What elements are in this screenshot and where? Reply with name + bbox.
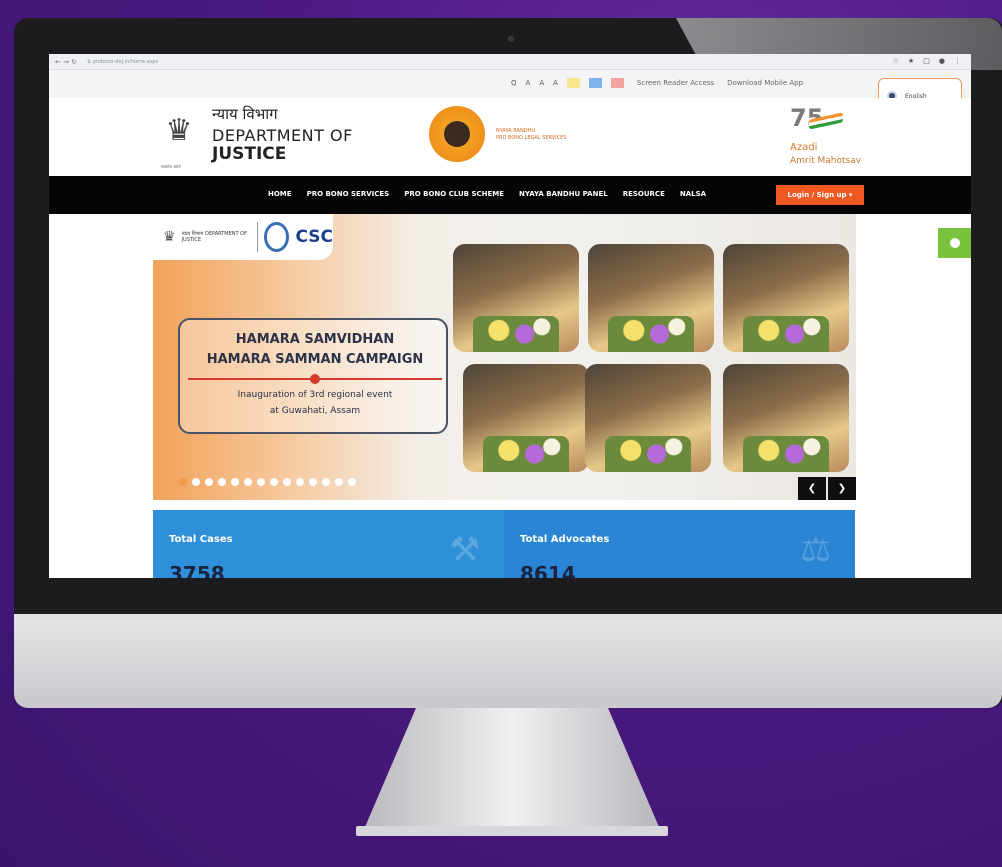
theme-blue-swatch[interactable]	[588, 78, 602, 88]
event-photo	[723, 364, 849, 472]
font-increase-button[interactable]: A	[526, 79, 531, 87]
monitor-stand-base	[356, 826, 668, 836]
campaign-caption: HAMARA SAMVIDHAN HAMARA SAMMAN CAMPAIGN …	[178, 318, 448, 434]
hindi-title: न्याय विभाग	[212, 105, 278, 123]
carousel-dots	[179, 478, 356, 486]
carousel-dot[interactable]	[348, 478, 356, 486]
nav-home[interactable]: HOME	[268, 190, 292, 198]
hands-icon	[444, 121, 470, 147]
monitor-chin	[14, 614, 1002, 708]
nyaya-line2: PRO BONO LEGAL SERVICES	[496, 135, 567, 141]
emblem-caption: सत्यमेव जयते	[161, 164, 181, 169]
monitor-stand	[362, 708, 662, 834]
search-icon[interactable]: Q	[511, 79, 517, 87]
stats-section: Total Cases 3758 ⚒ Total Advocates 8614 …	[153, 510, 856, 578]
browser-url[interactable]: ⇅ probono-doj.in/home.aspx	[87, 59, 158, 65]
browser-nav-buttons[interactable]: ← → ↻	[55, 58, 77, 66]
font-normal-button[interactable]: A	[539, 79, 544, 87]
monitor-bezel-bottom	[14, 578, 1002, 614]
star-icon[interactable]: ★	[908, 57, 914, 65]
menu-icon[interactable]: ⋮	[954, 57, 961, 65]
nav-pro-bono-services[interactable]: PRO BONO SERVICES	[307, 190, 390, 198]
browser-icons: ☆ ★ □ ● ⋮	[893, 57, 961, 65]
login-signup-button[interactable]: Login / Sign up ▾	[776, 185, 864, 205]
tab-icon[interactable]: □	[923, 57, 930, 65]
event-photo	[588, 244, 714, 352]
total-cases-card: Total Cases 3758 ⚒	[153, 510, 504, 578]
download-app-link[interactable]: Download Mobile App	[727, 79, 803, 87]
nav-nalsa[interactable]: NALSA	[680, 190, 706, 198]
theme-red-swatch[interactable]	[610, 78, 624, 88]
carousel-prev-button[interactable]: ❮	[798, 477, 826, 500]
site-header: ♛ सत्यमेव जयते न्याय विभाग DEPARTMENT OF…	[49, 98, 971, 176]
side-tab-icon	[949, 238, 960, 248]
nyaya-bandhu-logo[interactable]	[429, 106, 485, 162]
event-photo	[585, 364, 711, 472]
azadi-line1: Azadi	[790, 142, 818, 153]
national-emblem-icon: ♛	[165, 112, 193, 148]
campaign-title-line1: HAMARA SAMVIDHAN	[235, 332, 395, 347]
carousel-dot[interactable]	[179, 478, 187, 486]
carousel-dot[interactable]	[322, 478, 330, 486]
main-nav: HOME PRO BONO SERVICES PRO BONO CLUB SCH…	[49, 176, 971, 214]
campaign-subtitle-line1: Inauguration of 3rd regional event	[237, 390, 393, 400]
event-photo	[453, 244, 579, 352]
scales-icon: ⚖	[800, 530, 831, 570]
hero-carousel: ♛ न्याय विभाग DEPARTMENT OF JUSTICE CSC …	[153, 214, 856, 500]
carousel-dot[interactable]	[205, 478, 213, 486]
carousel-dot[interactable]	[257, 478, 265, 486]
nyaya-line1: NYAYA BANDHU	[496, 128, 535, 134]
banner-logos: ♛ न्याय विभाग DEPARTMENT OF JUSTICE CSC	[153, 214, 333, 260]
csc-emblem-icon	[264, 222, 290, 252]
utility-bar: Q A A A Screen Reader Access Download Mo…	[49, 70, 971, 98]
event-photo	[723, 244, 849, 352]
campaign-subtitle-line2: at Guwahati, Assam	[269, 406, 361, 416]
justice-title: JUSTICE	[212, 144, 287, 164]
carousel-dot[interactable]	[296, 478, 304, 486]
carousel-dot[interactable]	[283, 478, 291, 486]
event-photo	[463, 364, 589, 472]
total-advocates-card: Total Advocates 8614 ⚖	[504, 510, 855, 578]
banner-dept-text: न्याय विभाग DEPARTMENT OF JUSTICE	[181, 231, 247, 243]
carousel-dot[interactable]	[192, 478, 200, 486]
carousel-next-button[interactable]: ❯	[828, 477, 856, 500]
gavel-icon: ⚒	[449, 530, 480, 570]
carousel-dot[interactable]	[244, 478, 252, 486]
bookmark-icon[interactable]: ☆	[893, 57, 899, 65]
theme-yellow-swatch[interactable]	[566, 78, 580, 88]
carousel-dot[interactable]	[335, 478, 343, 486]
carousel-dot[interactable]	[218, 478, 226, 486]
nav-resource[interactable]: RESOURCE	[623, 190, 665, 198]
nav-nyaya-bandhu-panel[interactable]: NYAYA BANDHU PANEL	[519, 190, 608, 198]
browser-toolbar: ← → ↻ ⇅ probono-doj.in/home.aspx ☆ ★ □ ●…	[49, 54, 971, 70]
website-screen: ← → ↻ ⇅ probono-doj.in/home.aspx ☆ ★ □ ●…	[49, 54, 971, 578]
carousel-dot[interactable]	[231, 478, 239, 486]
screen-reader-link[interactable]: Screen Reader Access	[637, 79, 714, 87]
feedback-side-tab[interactable]	[938, 228, 971, 258]
font-decrease-button[interactable]: A	[553, 79, 558, 87]
carousel-dot[interactable]	[309, 478, 317, 486]
stat-value: 8614	[520, 562, 576, 578]
logo-divider	[257, 222, 259, 252]
campaign-title-line2: HAMARA SAMMAN CAMPAIGN	[206, 352, 424, 367]
stat-value: 3758	[169, 562, 225, 578]
nav-pro-bono-club-scheme[interactable]: PRO BONO CLUB SCHEME	[404, 190, 504, 198]
emblem-small-icon: ♛	[163, 229, 176, 245]
profile-icon[interactable]: ●	[939, 57, 945, 65]
nyaya-bandhu-text: NYAYA BANDHU PRO BONO LEGAL SERVICES	[496, 128, 566, 142]
csc-logo: CSC	[295, 227, 333, 247]
dept-title: DEPARTMENT OF	[212, 126, 353, 145]
campaign-divider-dot	[310, 374, 320, 384]
azadi-line2: Amrit Mahotsav	[790, 156, 862, 166]
carousel-dot[interactable]	[270, 478, 278, 486]
camera-icon	[508, 36, 514, 42]
